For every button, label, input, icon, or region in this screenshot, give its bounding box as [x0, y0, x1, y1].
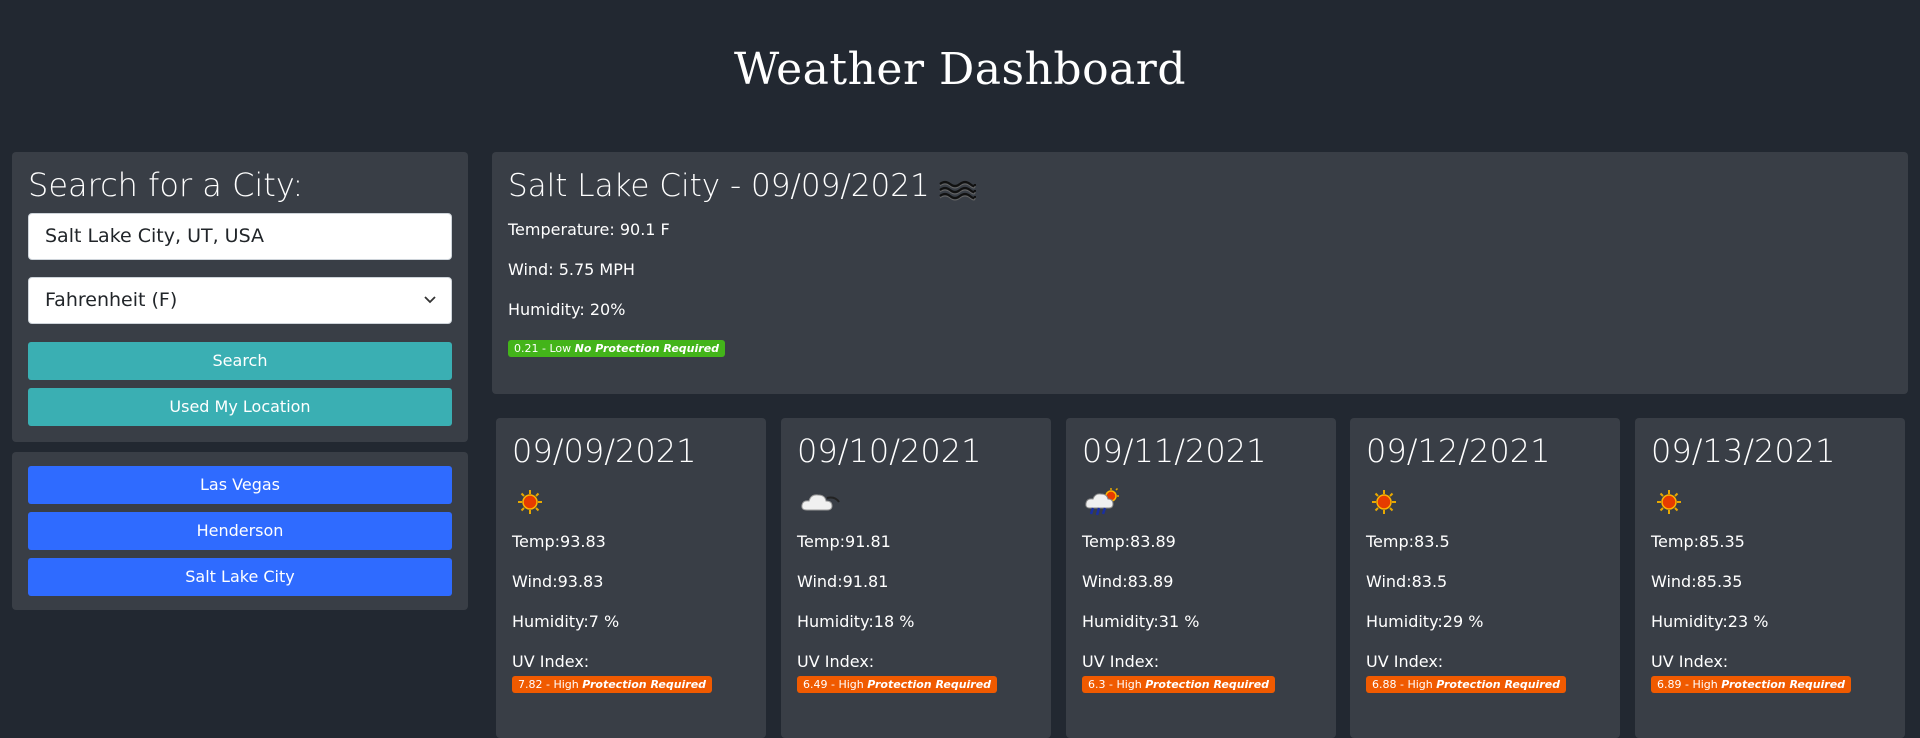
- sun-icon: [1368, 486, 1408, 518]
- forecast-card: 09/12/2021 Temp:83.5 Wind:83.5 Humidity:…: [1350, 418, 1620, 738]
- uv-index-value: 6.3 - High: [1088, 678, 1142, 691]
- storm-sun-icon: [1084, 486, 1124, 518]
- uv-index-badge: 6.88 - High Protection Required: [1366, 676, 1567, 693]
- uv-index-note: Protection Required: [1436, 678, 1561, 691]
- current-city-date: Salt Lake City - 09/09/2021: [508, 168, 930, 204]
- forecast-humidity: Humidity:7 %: [512, 612, 620, 631]
- uv-index-value: 6.49 - High: [803, 678, 864, 691]
- forecast-wind: Wind:85.35: [1651, 572, 1743, 591]
- haze-icon: [938, 174, 976, 201]
- forecast-humidity: Humidity:18 %: [797, 612, 915, 631]
- current-weather-panel: Salt Lake City - 09/09/2021 Temperature:…: [492, 152, 1908, 394]
- search-button[interactable]: Search: [28, 342, 452, 380]
- uv-index-value: 0.21 - Low: [514, 342, 572, 355]
- forecast-date: 09/09/2021: [512, 432, 697, 470]
- search-history-panel: Las Vegas Henderson Salt Lake City: [12, 452, 468, 610]
- forecast-date: 09/13/2021: [1651, 432, 1836, 470]
- cloud-icon: [799, 486, 840, 518]
- uv-index-badge: 6.3 - High Protection Required: [1082, 676, 1276, 693]
- forecast-wind: Wind:93.83: [512, 572, 604, 591]
- uv-index-badge: 6.89 - High Protection Required: [1651, 676, 1852, 693]
- uv-index-badge: 7.82 - High Protection Required: [512, 676, 713, 693]
- uv-index-value: 6.88 - High: [1372, 678, 1433, 691]
- sun-icon: [1653, 486, 1693, 518]
- uv-index-note: No Protection Required: [574, 342, 720, 355]
- search-heading: Search for a City:: [28, 166, 304, 204]
- forecast-humidity: Humidity:29 %: [1366, 612, 1484, 631]
- uv-index-note: Protection Required: [1145, 678, 1270, 691]
- chevron-down-icon: [423, 278, 437, 340]
- forecast-uv-label: UV Index:: [1366, 652, 1444, 671]
- forecast-date: 09/11/2021: [1082, 432, 1267, 470]
- uv-index-badge: 6.49 - High Protection Required: [797, 676, 998, 693]
- sun-icon: [514, 486, 554, 518]
- history-city-button[interactable]: Salt Lake City: [28, 558, 452, 596]
- uv-index-value: 6.89 - High: [1657, 678, 1718, 691]
- forecast-uv-label: UV Index:: [512, 652, 590, 671]
- forecast-wind: Wind:83.5: [1366, 572, 1448, 591]
- city-search-input[interactable]: Salt Lake City, UT, USA: [28, 213, 452, 260]
- search-panel: Search for a City: Salt Lake City, UT, U…: [12, 152, 468, 442]
- forecast-card: 09/09/2021 Temp:93.83 Wind:93.83 Humidit…: [496, 418, 766, 738]
- history-city-button[interactable]: Henderson: [28, 512, 452, 550]
- forecast-date: 09/10/2021: [797, 432, 982, 470]
- uv-index-value: 7.82 - High: [518, 678, 579, 691]
- forecast-wind: Wind:91.81: [797, 572, 889, 591]
- forecast-uv-label: UV Index:: [797, 652, 875, 671]
- forecast-temp: Temp:83.89: [1082, 532, 1176, 551]
- forecast-temp: Temp:91.81: [797, 532, 891, 551]
- use-my-location-button[interactable]: Used My Location: [28, 388, 452, 426]
- uv-index-note: Protection Required: [1721, 678, 1846, 691]
- forecast-humidity: Humidity:23 %: [1651, 612, 1769, 631]
- uv-index-note: Protection Required: [582, 678, 707, 691]
- forecast-temp: Temp:85.35: [1651, 532, 1745, 551]
- current-wind: Wind: 5.75 MPH: [508, 260, 635, 279]
- forecast-card: 09/10/2021 Temp:91.81 Wind:91.81 Humidit…: [781, 418, 1051, 738]
- forecast-uv-label: UV Index:: [1651, 652, 1729, 671]
- forecast-temp: Temp:83.5: [1366, 532, 1450, 551]
- current-weather-heading: Salt Lake City - 09/09/2021: [508, 168, 976, 204]
- current-humidity: Humidity: 20%: [508, 300, 626, 319]
- forecast-humidity: Humidity:31 %: [1082, 612, 1200, 631]
- forecast-temp: Temp:93.83: [512, 532, 606, 551]
- history-city-button[interactable]: Las Vegas: [28, 466, 452, 504]
- page-title: Weather Dashboard: [733, 44, 1186, 95]
- forecast-card: 09/13/2021 Temp:85.35 Wind:85.35 Humidit…: [1635, 418, 1905, 738]
- forecast-wind: Wind:83.89: [1082, 572, 1174, 591]
- uv-index-badge: 0.21 - Low No Protection Required: [508, 340, 726, 357]
- current-temperature: Temperature: 90.1 F: [508, 220, 670, 239]
- forecast-uv-label: UV Index:: [1082, 652, 1160, 671]
- units-select[interactable]: Fahrenheit (F): [28, 277, 452, 324]
- uv-index-note: Protection Required: [867, 678, 992, 691]
- forecast-card: 09/11/2021 Temp:83.89 Wind:83.89 Humidit…: [1066, 418, 1336, 738]
- units-select-value: Fahrenheit (F): [45, 289, 178, 311]
- forecast-date: 09/12/2021: [1366, 432, 1551, 470]
